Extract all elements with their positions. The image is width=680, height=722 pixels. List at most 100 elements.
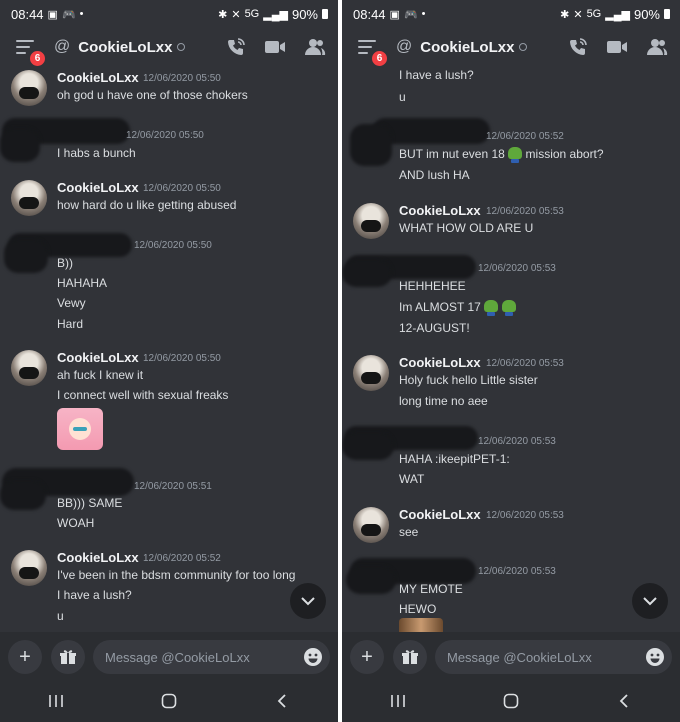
message-line: Im ALMOST 17 bbox=[399, 300, 516, 316]
pepe-emoji-icon bbox=[501, 300, 516, 316]
home-icon bbox=[161, 693, 177, 709]
menu-icon[interactable]: 6 bbox=[358, 40, 389, 68]
chevron-down-icon bbox=[643, 597, 657, 606]
message-author[interactable]: CookieLoLxx bbox=[57, 550, 139, 565]
menu-icon[interactable]: 6 bbox=[16, 40, 47, 68]
avatar[interactable] bbox=[11, 70, 47, 106]
message-line: Vewy bbox=[57, 296, 86, 310]
avatar[interactable] bbox=[353, 203, 389, 239]
composer-bar: + bbox=[0, 632, 338, 680]
channel-title[interactable]: CookieLoLxx bbox=[78, 39, 172, 56]
message-timestamp: 12/06/2020 05:52 bbox=[143, 553, 221, 564]
video-icon[interactable] bbox=[264, 38, 286, 56]
redaction-mark bbox=[346, 566, 396, 594]
message-author[interactable]: CookieLoLxx bbox=[57, 70, 139, 85]
recents-button[interactable] bbox=[36, 686, 76, 716]
avatar[interactable] bbox=[353, 507, 389, 543]
message-line: WOAH bbox=[57, 516, 95, 530]
mute-icon: ✕ bbox=[573, 8, 583, 21]
message-input[interactable] bbox=[445, 648, 638, 666]
avatar[interactable] bbox=[11, 180, 47, 216]
mute-icon: ✕ bbox=[231, 8, 241, 21]
network-label: 5G bbox=[586, 8, 602, 20]
message-line: HEHHEHEE bbox=[399, 279, 466, 293]
home-button[interactable] bbox=[149, 686, 189, 716]
gift-button[interactable] bbox=[393, 640, 427, 674]
message-line: I habs a bunch bbox=[57, 146, 136, 160]
message: 12/06/2020 05:50 B)) HAHAHA Vewy Hard bbox=[0, 231, 338, 336]
composer-bar: + bbox=[342, 632, 680, 680]
add-attachment-button[interactable]: + bbox=[8, 640, 42, 674]
bluetooth-icon: ✱ bbox=[218, 8, 228, 21]
plus-icon: + bbox=[19, 645, 31, 668]
message-line: B)) bbox=[57, 256, 73, 270]
back-button[interactable] bbox=[262, 686, 302, 716]
avatar[interactable] bbox=[353, 355, 389, 391]
redaction-mark bbox=[0, 480, 46, 510]
message-author[interactable]: CookieLoLxx bbox=[399, 203, 481, 218]
message: 12/06/2020 05:53 HEHHEHEE Im ALMOST 17 1… bbox=[342, 253, 680, 343]
message-line: WHAT HOW OLD ARE U bbox=[399, 221, 534, 235]
gift-button[interactable] bbox=[51, 640, 85, 674]
bluetooth-icon: ✱ bbox=[560, 8, 570, 21]
message: 12/06/2020 05:52 BUT im nut even 18 miss… bbox=[342, 116, 680, 191]
message-line: ah fuck I knew it bbox=[57, 368, 144, 382]
back-button[interactable] bbox=[604, 686, 644, 716]
message: 12/06/2020 05:51 BB))) SAME WOAH bbox=[0, 466, 338, 541]
message-list[interactable]: I have a lush? u 12/06/2020 05:52 BUT im… bbox=[342, 66, 680, 632]
status-bar: 08:44 ▣ 🎮 • ✱ ✕ 5G ▂▄▆ 90% bbox=[0, 0, 338, 28]
add-attachment-button[interactable]: + bbox=[350, 640, 384, 674]
at-icon: @ bbox=[54, 38, 71, 55]
message-text: Im ALMOST 17 bbox=[399, 300, 481, 314]
message-author[interactable]: CookieLoLxx bbox=[57, 180, 139, 195]
channel-header: 6 @ CookieLoLxx bbox=[0, 28, 338, 68]
signal-icon: ▂▄▆ bbox=[263, 8, 288, 21]
redaction-mark bbox=[4, 239, 48, 273]
gift-icon bbox=[402, 650, 418, 664]
message-line: HAHAHA bbox=[57, 276, 108, 290]
message-line: u bbox=[399, 90, 406, 104]
message: CookieLoLxx 12/06/2020 05:52 I've been i… bbox=[0, 546, 338, 632]
avatar[interactable] bbox=[11, 350, 47, 386]
recents-button[interactable] bbox=[378, 686, 418, 716]
message-list[interactable]: CookieLoLxx 12/06/2020 05:50 oh god u ha… bbox=[0, 66, 338, 632]
system-nav-bar bbox=[342, 680, 680, 722]
message-input-box[interactable] bbox=[93, 640, 330, 674]
jump-to-bottom-button[interactable] bbox=[290, 583, 326, 619]
call-icon[interactable] bbox=[226, 37, 246, 57]
status-time: 08:44 bbox=[353, 6, 386, 22]
jump-to-bottom-button[interactable] bbox=[632, 583, 668, 619]
system-nav-bar bbox=[0, 680, 338, 722]
message: CookieLoLxx 12/06/2020 05:50 how hard do… bbox=[0, 176, 338, 226]
message-line: WAT bbox=[399, 472, 425, 486]
redaction-mark bbox=[342, 259, 392, 287]
home-button[interactable] bbox=[491, 686, 531, 716]
gamepad-icon: 🎮 bbox=[61, 8, 76, 21]
message-input-box[interactable] bbox=[435, 640, 672, 674]
avatar[interactable] bbox=[11, 550, 47, 586]
emote-image[interactable] bbox=[399, 618, 443, 632]
status-bar: 08:44 ▣ 🎮 • ✱ ✕ 5G ▂▄▆ 90% bbox=[342, 0, 680, 28]
message-line: HEWO bbox=[399, 602, 437, 616]
message-line: MY EMOTE bbox=[399, 582, 463, 596]
emoji-button[interactable] bbox=[638, 640, 672, 674]
signal-icon: ▂▄▆ bbox=[605, 8, 630, 21]
channel-title[interactable]: CookieLoLxx bbox=[420, 39, 514, 56]
message-text: mission abort? bbox=[525, 147, 604, 161]
members-icon[interactable] bbox=[646, 38, 668, 56]
redaction-mark bbox=[350, 124, 392, 166]
emoji-button[interactable] bbox=[296, 640, 330, 674]
message-line: BUT im nut even 18 mission abort? bbox=[399, 147, 604, 163]
message-author[interactable]: CookieLoLxx bbox=[399, 507, 481, 522]
message-line: oh god u have one of those chokers bbox=[57, 88, 248, 102]
message-author[interactable]: CookieLoLxx bbox=[57, 350, 139, 365]
message-line: how hard do u like getting abused bbox=[57, 198, 237, 212]
battery-level: 90% bbox=[633, 6, 660, 22]
members-icon[interactable] bbox=[304, 38, 326, 56]
video-icon[interactable] bbox=[606, 38, 628, 56]
sticker-image[interactable] bbox=[57, 408, 103, 450]
message-author[interactable]: CookieLoLxx bbox=[399, 355, 481, 370]
message-input[interactable] bbox=[103, 648, 296, 666]
message-timestamp: 12/06/2020 05:53 bbox=[478, 566, 556, 577]
call-icon[interactable] bbox=[568, 37, 588, 57]
